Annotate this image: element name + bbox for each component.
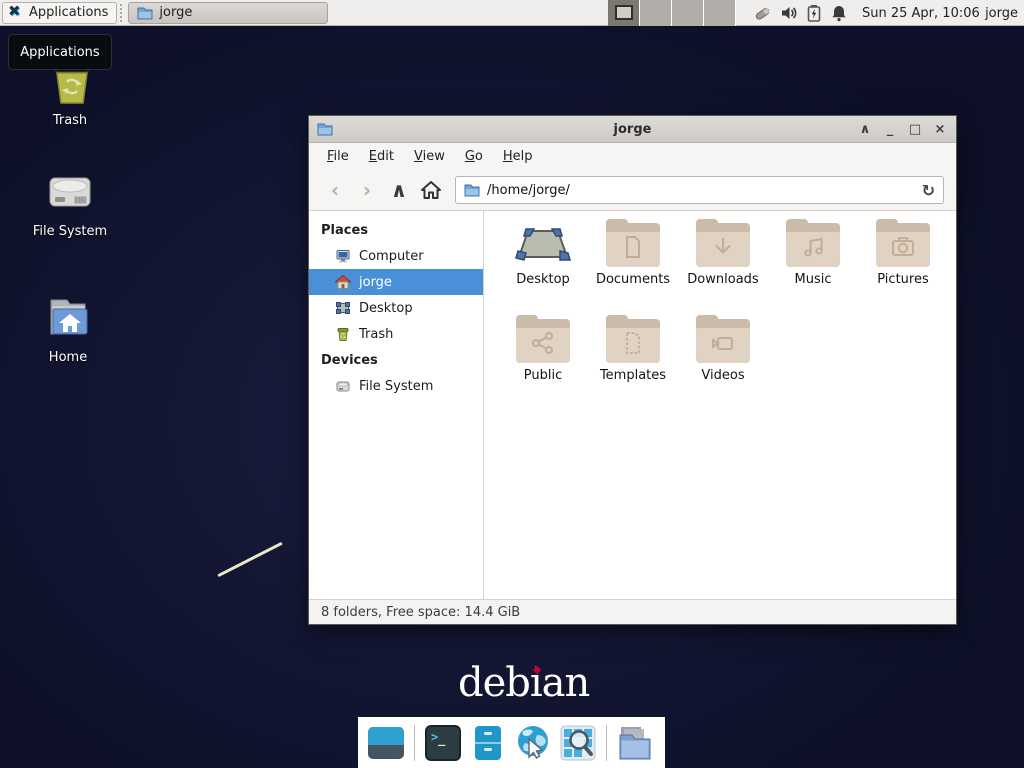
file-item-documents[interactable]: Documents <box>588 223 678 319</box>
volume-icon[interactable] <box>780 4 798 22</box>
file-item-templates[interactable]: Templates <box>588 319 678 415</box>
system-tray <box>752 0 848 26</box>
folder-pictures-icon <box>876 223 930 267</box>
file-item-videos[interactable]: Videos <box>678 319 768 415</box>
places-sidebar: Places Computer jorge <box>309 211 484 599</box>
file-manager-window: jorge ∧ _ □ × File Edit View Go Help ‹ ›… <box>308 115 957 625</box>
home-icon <box>335 274 351 290</box>
file-item-desktop[interactable]: Desktop <box>498 223 588 319</box>
svg-text:_: _ <box>438 732 446 747</box>
folder-documents-icon <box>606 223 660 267</box>
folder-public-icon <box>516 319 570 363</box>
folder-icon <box>464 182 480 198</box>
file-item-pictures[interactable]: Pictures <box>858 223 948 319</box>
sidebar-item-file-system[interactable]: File System <box>309 373 483 399</box>
directory-menu-launcher[interactable] <box>615 723 655 763</box>
maximize-button[interactable]: □ <box>907 116 923 143</box>
panel-handle <box>120 4 125 22</box>
desktop-icon <box>514 223 572 267</box>
tooltip-text: Applications <box>20 45 99 60</box>
show-desktop-button[interactable] <box>366 723 406 763</box>
wallpaper-line-decoration <box>217 542 283 577</box>
computer-icon <box>335 248 351 264</box>
file-view: Desktop Documents Download <box>484 211 956 599</box>
forward-button[interactable]: › <box>353 176 381 204</box>
workspace-1[interactable] <box>608 0 640 26</box>
desktop-icon-label: Trash <box>15 113 125 128</box>
back-button[interactable]: ‹ <box>321 176 349 204</box>
reload-button[interactable]: ↻ <box>922 181 935 200</box>
menu-go[interactable]: Go <box>455 149 493 164</box>
debian-wallpaper-logo: debian <box>458 660 589 706</box>
application-finder-launcher[interactable] <box>558 723 598 763</box>
workspace-2[interactable] <box>640 0 672 26</box>
workspace-3[interactable] <box>672 0 704 26</box>
location-path[interactable]: /home/jorge/ <box>487 183 915 198</box>
sidebar-item-computer[interactable]: Computer <box>309 243 483 269</box>
terminal-launcher[interactable]: > _ <box>423 723 463 763</box>
folder-downloads-icon <box>696 223 750 267</box>
battery-charging-icon[interactable] <box>806 4 822 22</box>
menu-help[interactable]: Help <box>493 149 543 164</box>
home-icon <box>420 179 442 201</box>
close-button[interactable]: × <box>932 116 948 143</box>
panel-clock[interactable]: Sun 25 Apr, 10:06 <box>862 0 980 26</box>
home-button[interactable] <box>417 176 445 204</box>
web-browser-launcher[interactable] <box>513 723 553 763</box>
minimize-button[interactable]: _ <box>882 116 898 143</box>
menu-file[interactable]: File <box>317 149 359 164</box>
sidebar-item-trash[interactable]: Trash <box>309 321 483 347</box>
home-folder-icon <box>41 292 95 342</box>
hard-drive-icon <box>43 168 97 216</box>
desktop-icon-label: File System <box>15 224 125 239</box>
applications-menu-label: Applications <box>29 5 108 20</box>
folder-icon <box>137 5 153 21</box>
places-header: Places <box>309 217 483 243</box>
workspace-4[interactable] <box>704 0 736 26</box>
toolbar: ‹ › ∧ /home/jorge/ ↻ <box>309 170 956 211</box>
folder-templates-icon <box>606 319 660 363</box>
folder-videos-icon <box>696 319 750 363</box>
folder-music-icon <box>786 223 840 267</box>
desktop-icon-home[interactable]: Home <box>13 292 123 365</box>
notifications-bell-icon[interactable] <box>830 4 848 22</box>
debian-logo-text: debian <box>458 660 589 706</box>
trash-icon <box>335 326 351 342</box>
xfce-applications-icon: ✖✖ <box>8 5 24 21</box>
workspace-switcher[interactable] <box>608 0 736 26</box>
dock-panel: > _ <box>358 717 665 768</box>
workspace-window-preview <box>615 5 633 20</box>
taskbar-window-button[interactable]: jorge <box>128 2 328 24</box>
status-text: 8 folders, Free space: 14.4 GiB <box>321 605 520 620</box>
up-button[interactable]: ∧ <box>385 176 413 204</box>
statusbar: 8 folders, Free space: 14.4 GiB <box>309 599 956 624</box>
menubar: File Edit View Go Help <box>309 143 956 170</box>
file-item-public[interactable]: Public <box>498 319 588 415</box>
desktop-icon <box>335 300 351 316</box>
applications-tooltip: Applications <box>8 34 112 70</box>
pointer-tool-icon[interactable] <box>752 3 772 23</box>
location-bar[interactable]: /home/jorge/ ↻ <box>455 176 944 204</box>
menu-view[interactable]: View <box>404 149 455 164</box>
file-item-music[interactable]: Music <box>768 223 858 319</box>
dock-separator <box>606 725 607 761</box>
file-manager-launcher[interactable] <box>468 723 508 763</box>
desktop-icon-label: Home <box>13 350 123 365</box>
menu-edit[interactable]: Edit <box>359 149 404 164</box>
panel-user-menu[interactable]: jorge <box>985 0 1018 26</box>
sidebar-item-jorge[interactable]: jorge <box>309 269 483 295</box>
file-item-downloads[interactable]: Downloads <box>678 223 768 319</box>
hard-drive-icon <box>335 378 351 394</box>
desktop-icon-file-system[interactable]: File System <box>15 168 125 239</box>
top-panel: ✖✖ Applications jorge <box>0 0 1024 26</box>
shade-button[interactable]: ∧ <box>857 116 873 143</box>
taskbar-window-label: jorge <box>159 5 192 20</box>
applications-menu-button[interactable]: ✖✖ Applications <box>2 2 117 24</box>
sidebar-item-desktop[interactable]: Desktop <box>309 295 483 321</box>
dock-separator <box>414 725 415 761</box>
window-titlebar[interactable]: jorge ∧ _ □ × <box>309 116 956 143</box>
devices-header: Devices <box>309 347 483 373</box>
